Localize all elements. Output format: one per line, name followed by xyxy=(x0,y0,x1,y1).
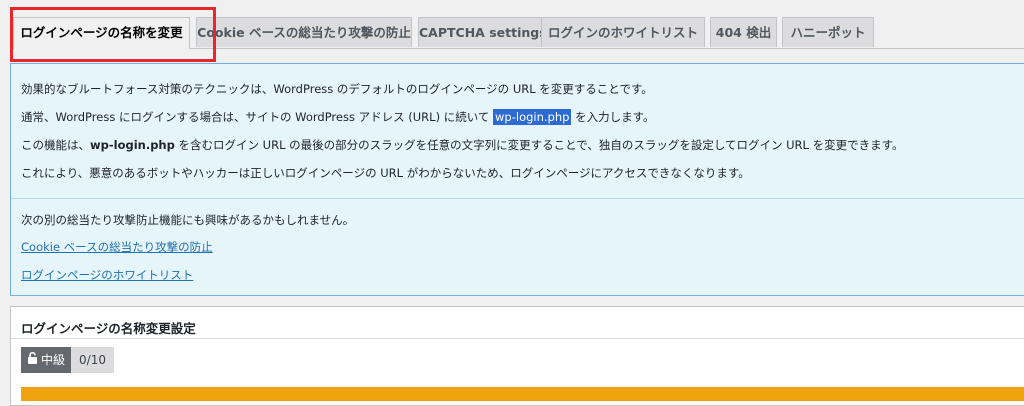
settings-panel-title: ログインページの名称変更設定 xyxy=(21,321,196,336)
tab-login-whitelist[interactable]: ログインのホワイトリスト xyxy=(541,17,705,47)
info-box: 効果的なブルートフォース対策のテクニックは、WordPress のデフォルトのロ… xyxy=(10,63,1024,296)
badge-level-label: 中級 xyxy=(41,353,66,367)
info-line-3: この機能は、wp-login.php を含むログイン URL の最後の部分のスラ… xyxy=(21,137,903,153)
info-line-3-post: を含むログイン URL の最後の部分のスラッグを任意の文字列に変更することで、独… xyxy=(174,138,904,152)
info-divider xyxy=(11,198,1024,199)
tab-cookie-brute-force[interactable]: Cookie ベースの総当たり攻撃の防止 xyxy=(196,17,412,47)
info-line-3-bold: wp-login.php xyxy=(90,138,175,152)
lock-icon xyxy=(27,347,38,373)
badge-score: 0/10 xyxy=(71,347,114,373)
info-line-1: 効果的なブルートフォース対策のテクニックは、WordPress のデフォルトのロ… xyxy=(21,82,653,96)
security-level-badge: 中級 0/10 xyxy=(21,347,114,373)
settings-panel: ログインページの名称変更設定 中級 0/10 xyxy=(10,306,1024,406)
warning-notice xyxy=(21,387,1024,401)
tab-404-detection[interactable]: 404 検出 xyxy=(710,17,777,47)
info-line-2: 通常、WordPress にログインする場合は、サイトの WordPress ア… xyxy=(21,109,654,125)
login-whitelist-link[interactable]: ログインページのホワイトリスト xyxy=(21,268,193,282)
cookie-brute-force-link[interactable]: Cookie ベースの総当たり攻撃の防止 xyxy=(21,240,213,254)
wp-login-highlight: wp-login.php xyxy=(493,109,572,125)
tab-captcha-settings[interactable]: CAPTCHA settings xyxy=(418,17,545,47)
info-line-3-pre: この機能は、 xyxy=(21,138,90,152)
info-line-2-post: を入力します。 xyxy=(571,110,655,124)
badge-level: 中級 xyxy=(21,347,72,373)
panel-divider xyxy=(11,338,1024,339)
tab-honeypot[interactable]: ハニーポット xyxy=(782,17,874,47)
interest-text: 次の別の総当たり攻撃防止機能にも興味があるかもしれません。 xyxy=(21,213,355,227)
feature-tabs: ログインページの名称を変更 Cookie ベースの総当たり攻撃の防止 CAPTC… xyxy=(10,17,1024,49)
tab-rename-login-page[interactable]: ログインページの名称を変更 xyxy=(13,17,190,49)
info-line-2-pre: 通常、WordPress にログインする場合は、サイトの WordPress ア… xyxy=(21,110,494,124)
info-line-4: これにより、悪意のあるボットやハッカーは正しいログインページの URL がわから… xyxy=(21,166,750,180)
